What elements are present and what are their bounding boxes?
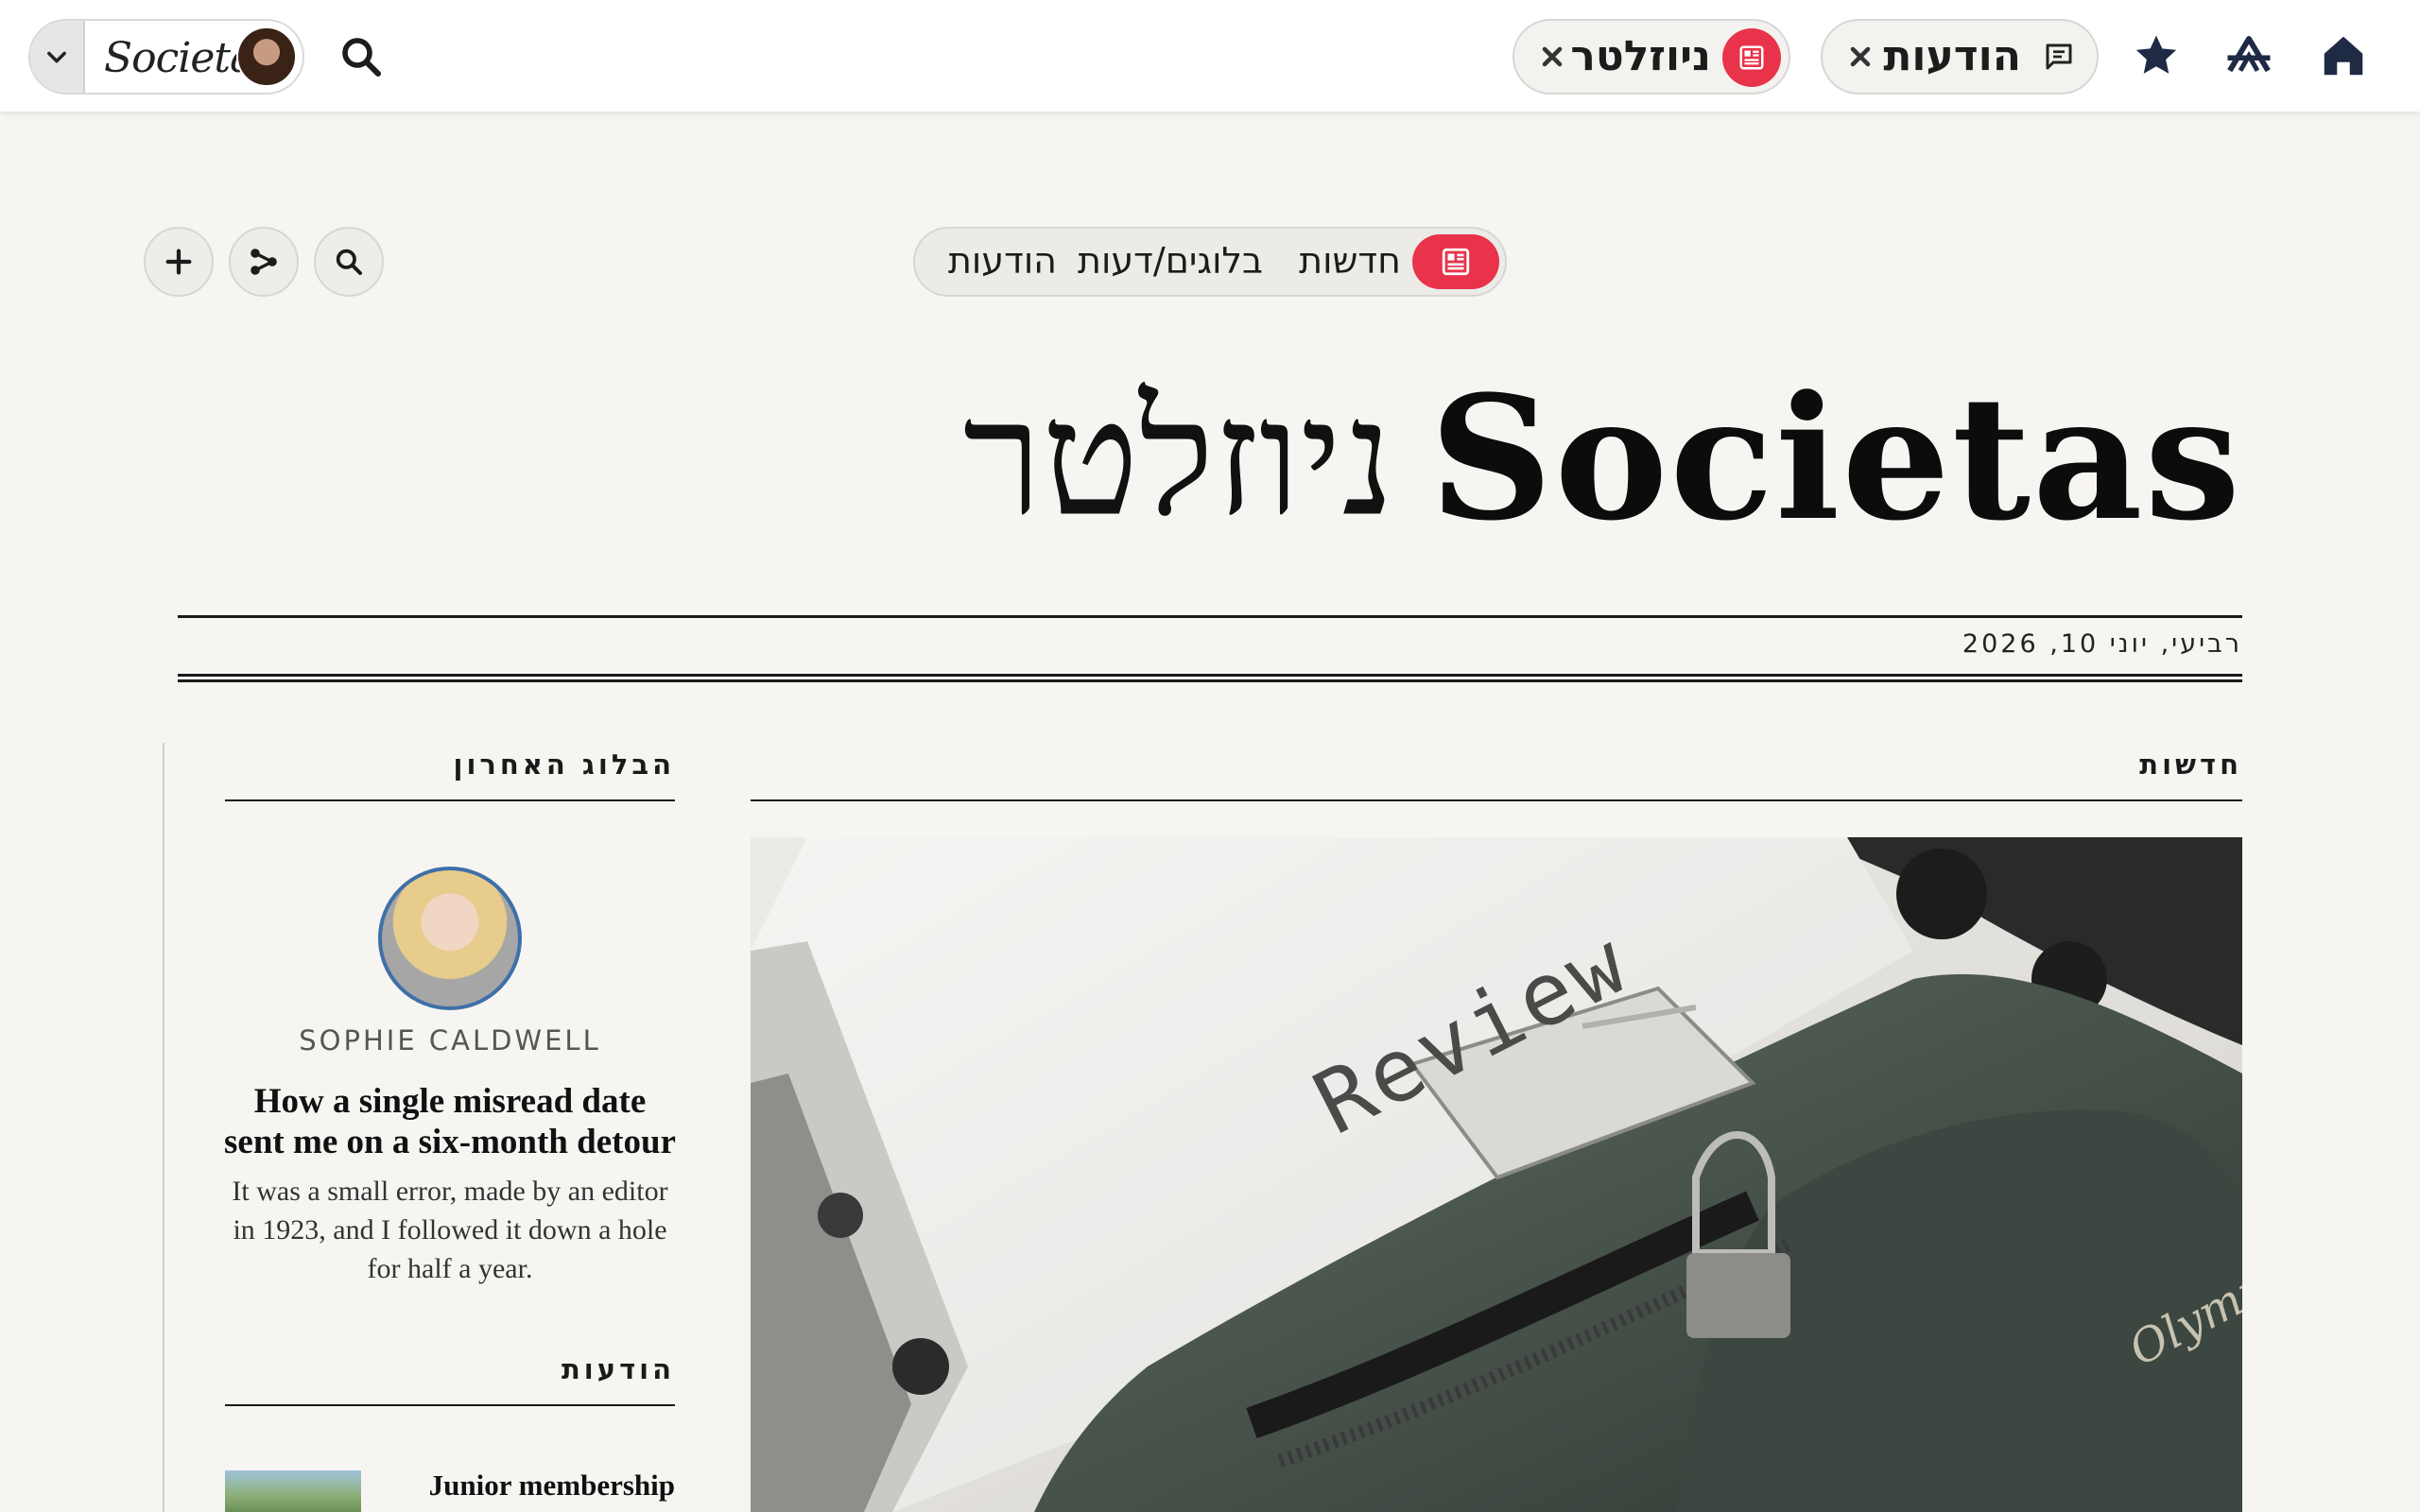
search-button[interactable]	[314, 227, 384, 297]
star-icon[interactable]	[2131, 30, 2182, 81]
share-button[interactable]	[229, 227, 299, 297]
avatar[interactable]	[378, 867, 522, 1010]
tab-label: ניוזלטר	[1570, 32, 1711, 80]
divider	[178, 615, 2242, 618]
newsletter-icon[interactable]	[1412, 234, 1499, 289]
account-switcher[interactable]: Societas	[28, 19, 304, 94]
news-heading: חדשות	[2139, 748, 2242, 781]
top-bar: Societas ניוזלטר הודעות	[0, 0, 2420, 112]
add-icon	[165, 249, 192, 275]
column-divider	[163, 743, 164, 1512]
blog-post-title[interactable]: How a single misread date sent me on a s…	[221, 1081, 679, 1162]
tab-notices[interactable]: הודעות	[1821, 19, 2099, 94]
tab-news[interactable]: חדשות	[1299, 240, 1401, 282]
divider	[178, 679, 2242, 682]
notice-title[interactable]: Junior membership	[378, 1469, 675, 1503]
newsletter-icon	[1722, 28, 1781, 87]
notices-heading: הודעות	[561, 1353, 675, 1385]
close-icon[interactable]	[1845, 42, 1876, 72]
latest-blog-heading: הבלוג האחרון	[453, 748, 675, 781]
divider	[225, 1404, 675, 1406]
divider	[225, 799, 675, 801]
masthead-hebrew: ניוזלטר	[962, 365, 1395, 553]
tab-label: הודעות	[1883, 32, 2021, 80]
divider	[178, 674, 2242, 677]
typewriter-image: Olympia	[751, 837, 2242, 1512]
avatar[interactable]	[236, 26, 297, 87]
app-logo-icon[interactable]	[2223, 30, 2274, 81]
chevron-down-icon[interactable]	[30, 21, 85, 93]
tab-blogs-opinions[interactable]: בלוגים/דעות	[1078, 240, 1263, 282]
tab-notices[interactable]: הודעות	[948, 240, 1057, 282]
add-button[interactable]	[144, 227, 214, 297]
masthead: Societas ניוזלטר	[730, 359, 2242, 567]
search-icon[interactable]	[338, 34, 384, 79]
share-icon	[251, 249, 277, 275]
close-icon[interactable]	[1537, 42, 1567, 72]
home-icon[interactable]	[2318, 30, 2369, 81]
masthead-latin: Societas	[1429, 359, 2242, 558]
message-icon	[2042, 40, 2076, 74]
tab-newsletter[interactable]: ניוזלטר	[1512, 19, 1790, 94]
dateline: רביעי, יוני 10, 2026	[1962, 629, 2242, 659]
notice-thumbnail[interactable]	[225, 1470, 361, 1512]
blog-post-excerpt: It was a small error, made by an editor …	[232, 1176, 668, 1284]
hero-image[interactable]: Olympia Review	[751, 837, 2242, 1512]
search-icon	[336, 249, 362, 275]
divider	[751, 799, 2242, 801]
author-name[interactable]: SOPHIE CALDWELL	[225, 1024, 675, 1057]
section-switcher: חדשות בלוגים/דעות הודעות	[913, 227, 1507, 297]
